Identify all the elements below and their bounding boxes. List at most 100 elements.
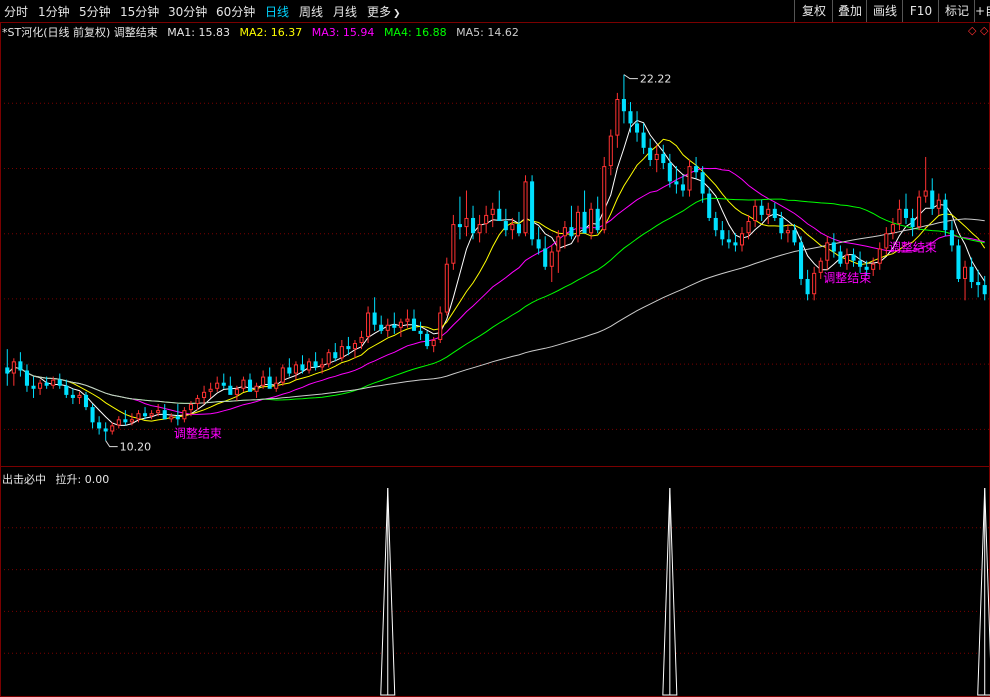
candle (366, 306, 371, 344)
candle (339, 339, 344, 362)
candle (713, 211, 718, 237)
high-marker-line (623, 74, 638, 80)
candle (372, 297, 377, 331)
candle (536, 227, 541, 255)
candle (707, 187, 712, 222)
candle-body (123, 419, 128, 423)
candle (936, 193, 941, 215)
candle (516, 211, 521, 237)
candle-body (589, 208, 594, 234)
candle (910, 208, 915, 237)
candle-body (195, 397, 200, 405)
candle (943, 193, 948, 237)
candle-body (615, 99, 620, 136)
candle-body (31, 385, 36, 389)
candle (510, 217, 515, 240)
candle-body (497, 208, 502, 222)
candle-body (11, 361, 16, 374)
candle (385, 318, 390, 337)
candle (451, 214, 456, 270)
candle (818, 257, 823, 279)
candle (484, 205, 489, 234)
candle (57, 373, 62, 389)
ma4-line (6, 197, 985, 404)
candle (530, 175, 535, 246)
candle-body (556, 236, 561, 252)
candle (569, 205, 574, 240)
candle-body (300, 364, 305, 371)
candle-body (162, 410, 167, 420)
candle-body (700, 172, 705, 194)
candle (838, 245, 843, 267)
candle (110, 422, 115, 435)
candle (766, 202, 771, 225)
candle (739, 227, 745, 252)
candle (582, 190, 587, 234)
candle-body (956, 245, 961, 279)
candle (785, 224, 790, 243)
candle-body (307, 361, 312, 371)
candle-body (70, 394, 75, 398)
candle (175, 404, 180, 426)
candle-body (949, 230, 954, 246)
kline-chart[interactable]: 22.2210.20调整结束调整结束调整结束 (0, 0, 990, 697)
candle-body (267, 376, 272, 389)
candle (247, 373, 253, 392)
indicator-panel (380, 487, 990, 696)
candle-body (503, 221, 508, 231)
candle (825, 236, 830, 270)
candle-body (831, 242, 836, 252)
candle-body (516, 224, 521, 234)
candle (700, 166, 705, 203)
candle (858, 251, 863, 273)
candle-body (812, 272, 817, 295)
candle (575, 205, 581, 243)
candle-body (169, 416, 174, 420)
candle-body (228, 385, 233, 395)
ma3-line (6, 167, 985, 415)
candle-body (851, 254, 856, 261)
candle-body (38, 382, 43, 389)
candle (307, 358, 312, 374)
candle-body (982, 285, 987, 295)
candle (720, 221, 725, 246)
candle-body (569, 227, 574, 237)
candle (661, 144, 666, 170)
candle (726, 230, 731, 249)
candle-body (726, 239, 731, 243)
candle (503, 208, 508, 237)
candle (595, 196, 600, 234)
candle (615, 92, 620, 148)
candle-body (156, 410, 161, 414)
candle-body (766, 208, 771, 215)
candle (949, 221, 954, 252)
candle-body (471, 217, 476, 234)
candle (64, 379, 69, 398)
candle (215, 376, 220, 392)
candle-body (313, 361, 318, 368)
candle-body (97, 422, 102, 429)
candle-body (490, 208, 495, 215)
candle (523, 175, 528, 237)
candle (687, 160, 692, 197)
candle (5, 349, 10, 386)
candle-body (562, 227, 567, 237)
candle (608, 129, 613, 176)
candle (621, 74, 626, 124)
candle-body (930, 190, 935, 209)
candle-body (326, 352, 331, 365)
high-marker-label: 22.22 (640, 73, 672, 86)
candle (195, 394, 200, 411)
candle-body (720, 230, 725, 240)
candle-body (64, 385, 69, 395)
candle-body (188, 404, 193, 411)
candle (398, 318, 403, 337)
candle (31, 376, 36, 398)
candle-body (320, 364, 325, 368)
candle-body (772, 208, 777, 218)
candle-body (648, 147, 653, 161)
candle-body (425, 333, 430, 347)
indicator-spike (977, 487, 990, 696)
candle (471, 205, 476, 240)
candle-body (864, 266, 869, 270)
